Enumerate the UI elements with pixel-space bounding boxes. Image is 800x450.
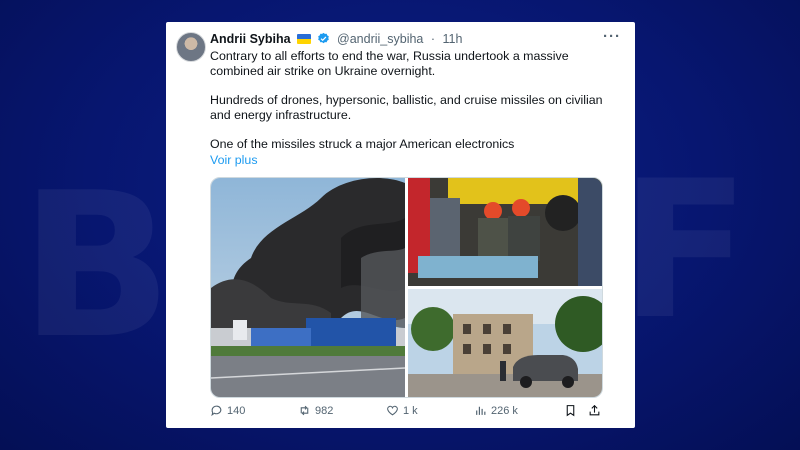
- repost-count: 982: [315, 404, 334, 417]
- see-more-link[interactable]: Voir plus: [210, 153, 258, 167]
- views-count: 226 k: [491, 404, 518, 417]
- tweet-paragraph: Contrary to all efforts to end the war, …: [210, 49, 569, 78]
- share-button[interactable]: [588, 404, 601, 417]
- tweet-header: Andrii Sybiha @andrii_sybiha · 11h: [210, 31, 462, 47]
- like-button[interactable]: 1 k: [386, 404, 418, 417]
- background-logo-letter-right: F: [620, 140, 750, 361]
- photo-smoke-factory[interactable]: [211, 178, 405, 397]
- reply-button[interactable]: 140: [210, 404, 245, 417]
- media-grid: [210, 177, 603, 398]
- tweet-paragraph: Hundreds of drones, hypersonic, ballisti…: [210, 93, 603, 122]
- views-button[interactable]: 226 k: [474, 404, 518, 417]
- share-icon: [589, 404, 600, 416]
- reply-icon: [211, 405, 222, 417]
- tweet-time[interactable]: 11h: [443, 32, 463, 46]
- repost-icon: [300, 405, 309, 416]
- bookmark-button[interactable]: [564, 404, 577, 417]
- author-handle[interactable]: @andrii_sybiha: [337, 32, 423, 46]
- background-logo-letter: B: [20, 150, 173, 383]
- tweet-card[interactable]: Andrii Sybiha @andrii_sybiha · 11h ··· C…: [166, 22, 635, 428]
- author-name[interactable]: Andrii Sybiha: [210, 32, 291, 46]
- ukraine-flag-icon: [297, 34, 312, 44]
- repost-button[interactable]: 982: [298, 404, 333, 417]
- time-separator: ·: [430, 32, 436, 46]
- tweet-paragraph: One of the missiles struck a major Ameri…: [210, 137, 515, 151]
- verified-badge-icon: [317, 32, 329, 44]
- heart-icon: [387, 405, 398, 416]
- tweet-text: Contrary to all efforts to end the war, …: [210, 49, 615, 152]
- avatar[interactable]: [176, 32, 206, 62]
- reply-count: 140: [227, 404, 246, 417]
- action-bar: 140 982 1 k 226 k: [210, 404, 610, 422]
- photo-damaged-building[interactable]: [408, 289, 602, 397]
- bookmark-icon: [566, 405, 575, 417]
- views-chart-icon: [476, 406, 486, 415]
- photo-rescuers[interactable]: [408, 178, 602, 286]
- like-count: 1 k: [403, 404, 418, 417]
- more-options-icon[interactable]: ···: [603, 28, 621, 45]
